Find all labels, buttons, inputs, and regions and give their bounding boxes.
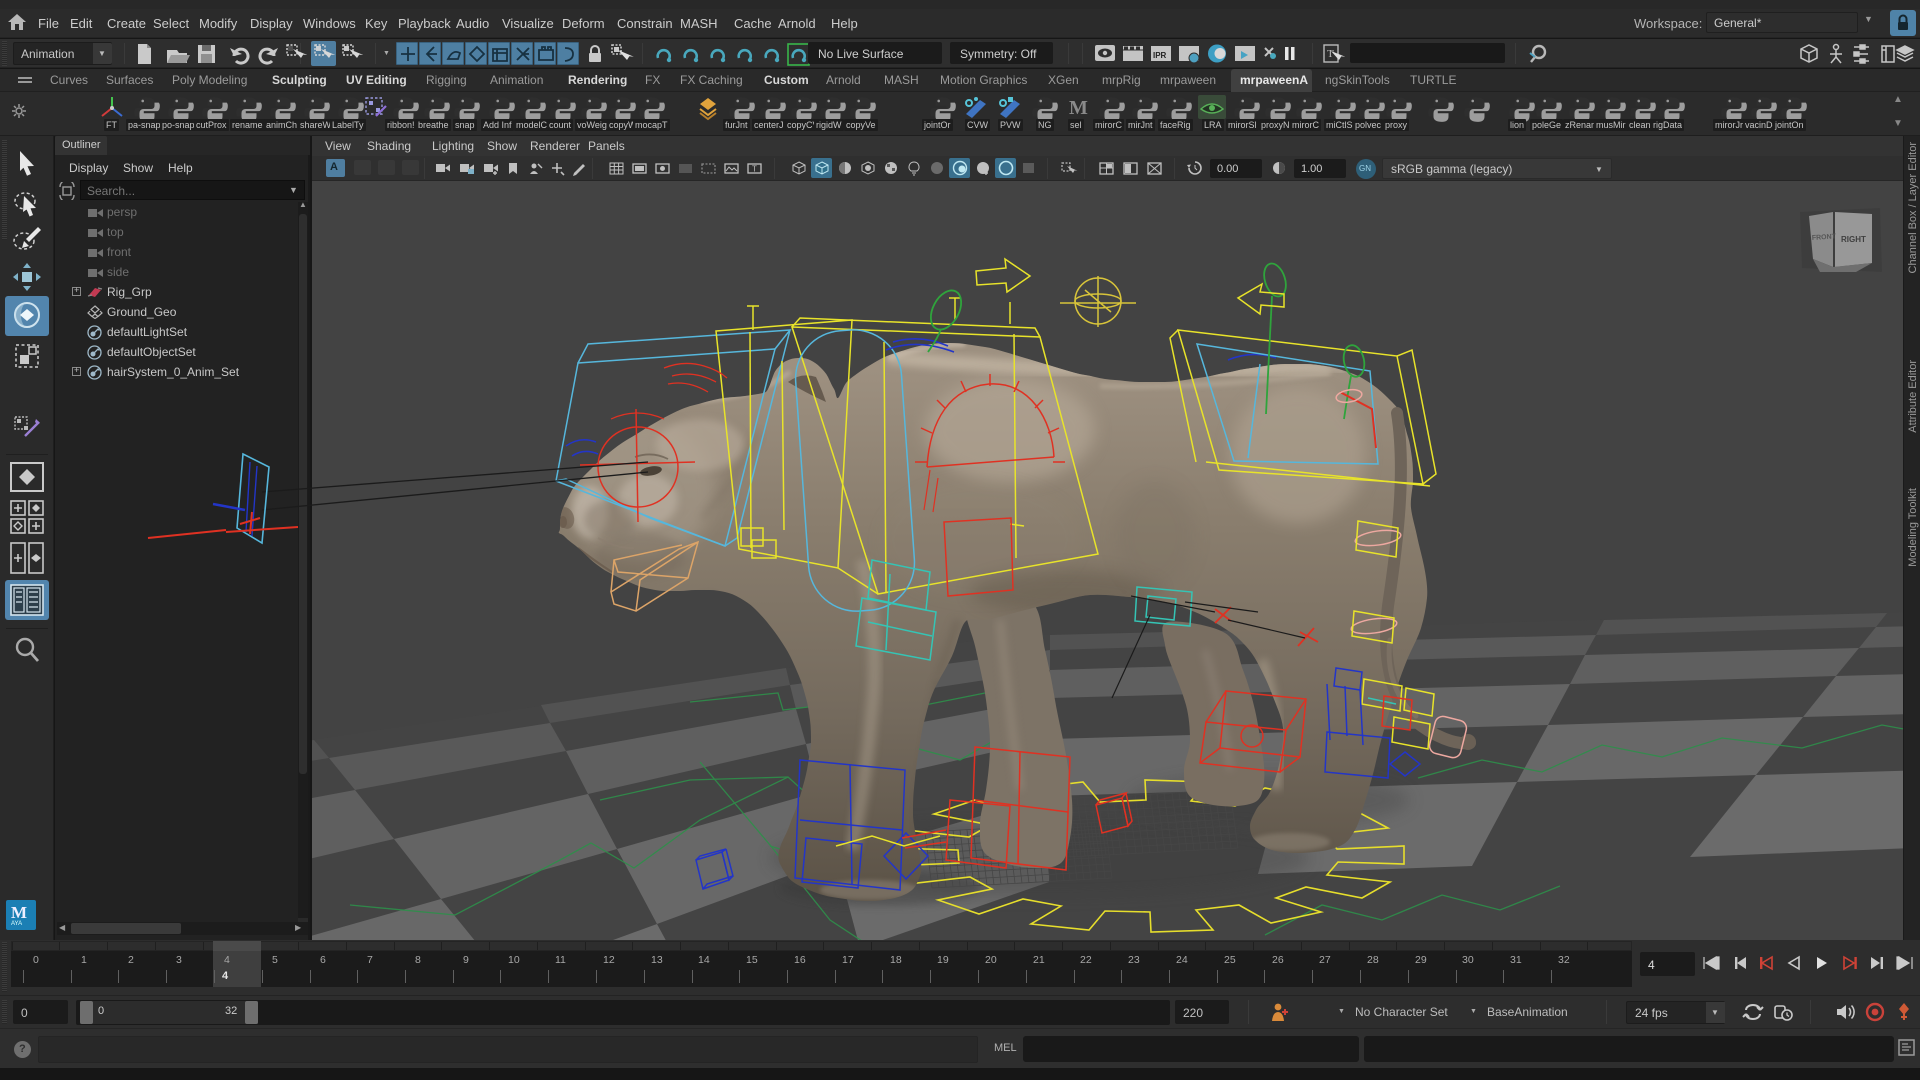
svg-text:M: M (1069, 97, 1088, 119)
svg-text:T: T (1327, 48, 1334, 60)
svg-text:IPR: IPR (1153, 51, 1167, 60)
svg-text:T: T (752, 165, 757, 174)
